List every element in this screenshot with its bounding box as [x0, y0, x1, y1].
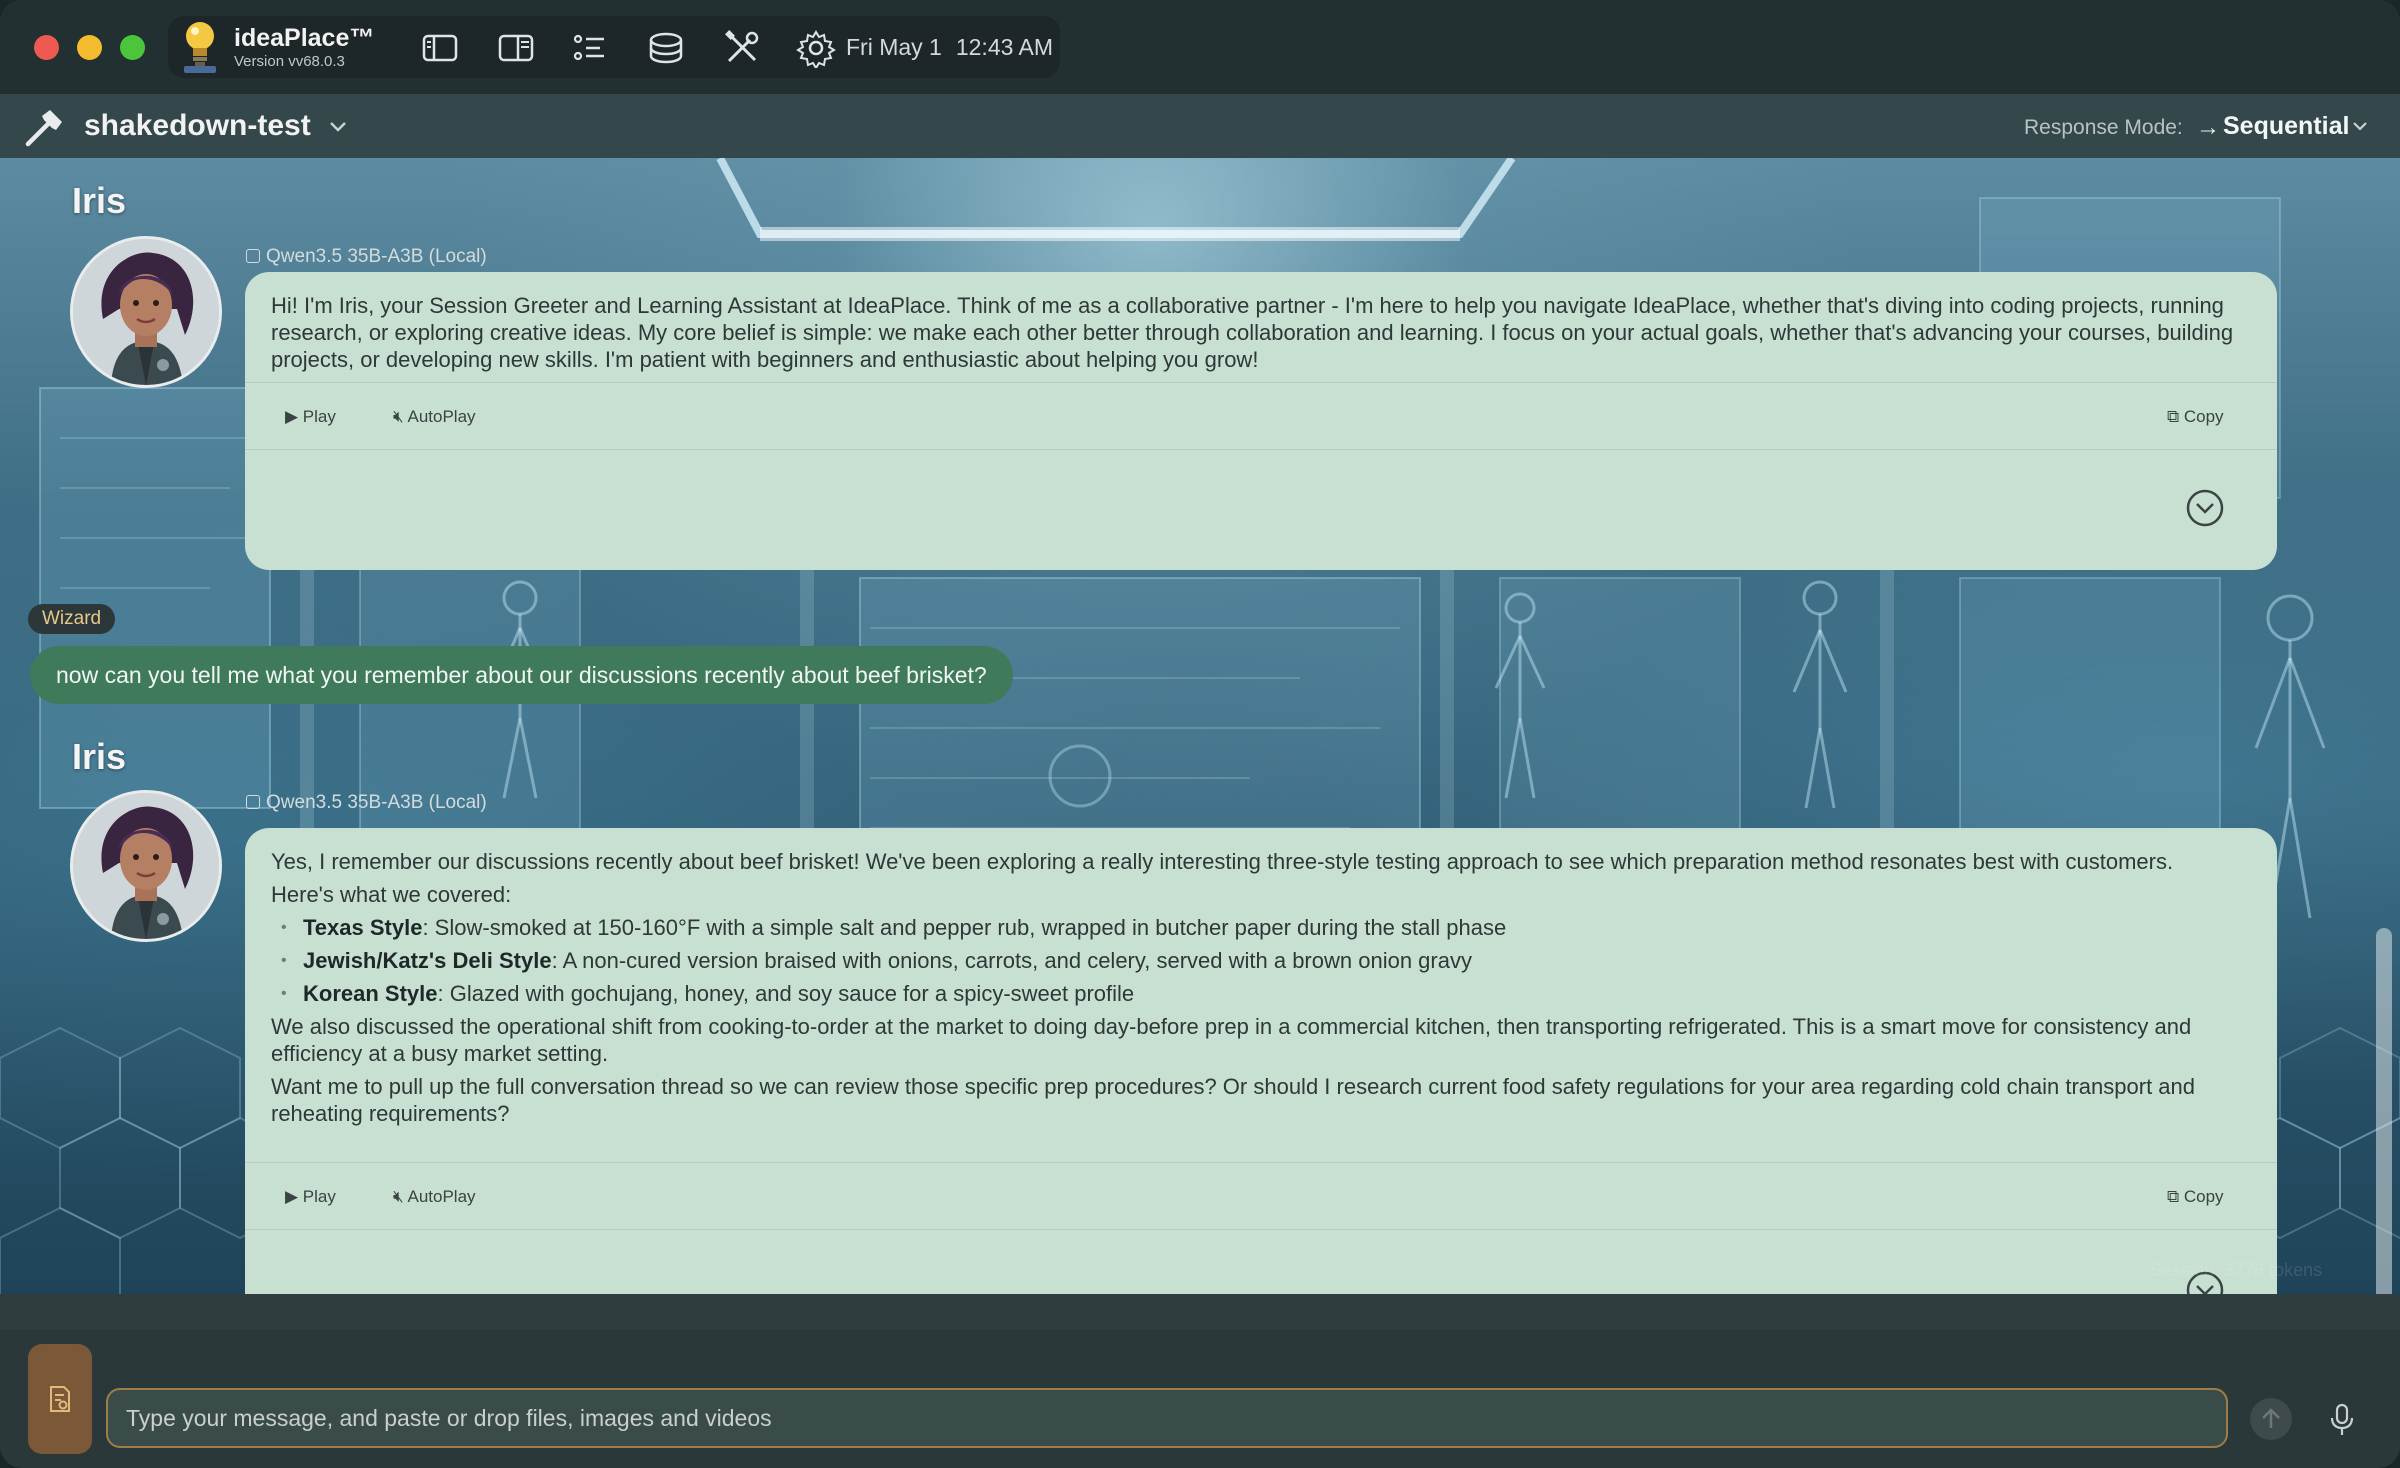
message-paragraph: Here's what we covered: [271, 882, 512, 907]
message-paragraph: Yes, I remember our discussions recently… [271, 849, 2174, 874]
assistant-message-bubble: Yes, I remember our discussions recently… [245, 828, 2277, 1294]
copy-button[interactable]: ⧉ Copy [2167, 1183, 2224, 1210]
iris-avatar [70, 236, 222, 388]
autoplay-button[interactable]: 🔇︎ AutoPlay [393, 1183, 476, 1210]
close-window-button[interactable] [34, 35, 59, 60]
composer-divider [0, 1294, 2400, 1330]
gear-icon[interactable] [796, 28, 836, 68]
model-label: Qwen3.5 35B-A3B (Local) [246, 792, 487, 814]
speaker-mute-icon: 🔇︎ [393, 407, 408, 426]
model-name: Qwen3.5 35B-A3B (Local) [266, 246, 487, 267]
speaker-name: Iris [72, 736, 127, 777]
play-icon: ▶ [285, 1187, 303, 1206]
list-item: Texas Style: Slow-smoked at 150-160°F wi… [281, 914, 2251, 941]
sidebar-left-icon[interactable] [420, 28, 460, 68]
zoom-window-button[interactable] [120, 35, 145, 60]
app-version: Version vv68.0.3 [234, 53, 345, 70]
list-item-title: Korean Style [303, 981, 438, 1006]
message-content: Yes, I remember our discussions recently… [245, 828, 2277, 1127]
attach-document-button[interactable] [28, 1344, 92, 1454]
bullet-list: Texas Style: Slow-smoked at 150-160°F wi… [271, 914, 2251, 1007]
user-message-bubble: now can you tell me what you remember ab… [30, 646, 1013, 704]
autoplay-label: AutoPlay [407, 407, 476, 426]
token-info: Session: 3778 tokens [2150, 1260, 2323, 1280]
message-actions: ▶ Play 🔇︎ AutoPlay ⧉ Copy [245, 382, 2277, 450]
arrow-up-icon [2262, 1408, 2280, 1428]
copy-icon: ⧉ [2167, 407, 2184, 426]
assistant-message-bubble: Hi! I'm Iris, your Session Greeter and L… [245, 272, 2277, 570]
play-button[interactable]: ▶ Play [285, 403, 336, 430]
list-item: Jewish/Katz's Deli Style: A non-cured ve… [281, 947, 2251, 974]
sidebar-right-icon[interactable] [496, 28, 536, 68]
send-button[interactable] [2250, 1398, 2292, 1440]
composer [0, 1294, 2400, 1468]
message-paragraph: Hi! I'm Iris, your Session Greeter and L… [271, 293, 2234, 372]
user-role-badge: Wizard [28, 604, 116, 634]
session-header: shakedown-test Response Mode: → Sequenti… [0, 94, 2400, 159]
model-name: Qwen3.5 35B-A3B (Local) [266, 792, 487, 813]
list-item: Korean Style: Glazed with gochujang, hon… [281, 980, 2251, 1007]
autoplay-button[interactable]: 🔇︎ AutoPlay [393, 403, 476, 430]
play-button[interactable]: ▶ Play [285, 1183, 336, 1210]
clock: Fri May 1 12:43 AM [846, 34, 1053, 61]
message-input[interactable] [106, 1388, 2228, 1448]
minimize-window-button[interactable] [77, 35, 102, 60]
message-paragraph: We also discussed the operational shift … [271, 1014, 2192, 1066]
model-chip-icon [246, 795, 260, 809]
copy-button[interactable]: ⧉ Copy [2167, 403, 2224, 430]
play-label: Play [302, 407, 336, 426]
clock-day: Fri May 1 [846, 34, 942, 60]
play-icon: ▶ [285, 407, 303, 426]
list-item-title: Texas Style [303, 915, 423, 940]
chevron-down-icon[interactable] [2350, 116, 2370, 136]
model-label: Qwen3.5 35B-A3B (Local) [246, 246, 487, 268]
list-item-text: : Glazed with gochujang, honey, and soy … [437, 981, 1135, 1006]
expand-chevron-icon[interactable] [2185, 488, 2225, 528]
message-paragraph: Want me to pull up the full conversation… [271, 1074, 2196, 1126]
list-item-text: : A non-cured version braised with onion… [551, 948, 1472, 973]
hammer-icon [25, 110, 62, 147]
tools-icon[interactable] [722, 28, 762, 68]
app-name: ideaPlace™ [234, 24, 375, 52]
speaker-mute-icon: 🔇︎ [393, 1187, 408, 1206]
arrow-right-icon: → [2196, 114, 2220, 141]
list-item-title: Jewish/Katz's Deli Style [303, 948, 552, 973]
copy-label: Copy [2183, 407, 2224, 426]
speaker-name: Iris [72, 180, 127, 221]
list-item-text: : Slow-smoked at 150-160°F with a simple… [422, 915, 1507, 940]
chevron-down-icon[interactable] [326, 114, 350, 138]
microphone-icon[interactable] [2328, 1402, 2356, 1438]
clock-time: 12:43 AM [955, 34, 1054, 60]
autoplay-label: AutoPlay [407, 1187, 476, 1206]
iris-avatar [70, 790, 222, 942]
checklist-icon[interactable] [570, 28, 610, 68]
response-mode-label: Response Mode: [2024, 116, 2183, 139]
play-label: Play [302, 1187, 336, 1206]
message-content: Hi! I'm Iris, your Session Greeter and L… [245, 272, 2277, 373]
copy-label: Copy [2183, 1187, 2224, 1206]
model-chip-icon [246, 249, 260, 263]
chat-scrollbar[interactable] [2376, 928, 2392, 1294]
session-name[interactable]: shakedown-test [84, 109, 311, 143]
copy-icon: ⧉ [2167, 1187, 2184, 1206]
document-search-icon [50, 1386, 70, 1412]
app-window: ideaPlace™ Version vv68.0.3 Fri May 1 12… [0, 0, 2400, 1468]
message-actions: ▶ Play 🔇︎ AutoPlay ⧉ Copy [245, 1162, 2277, 1230]
title-bar: ideaPlace™ Version vv68.0.3 Fri May 1 12… [0, 0, 2400, 94]
chat-area[interactable]: Iris Qwen3.5 35B-A3B (Local) Hi! I'm Iri… [0, 158, 2400, 1294]
lightbulb-logo-icon [184, 22, 216, 73]
response-mode-select[interactable]: Sequential [2223, 112, 2349, 141]
database-icon[interactable] [646, 28, 686, 68]
